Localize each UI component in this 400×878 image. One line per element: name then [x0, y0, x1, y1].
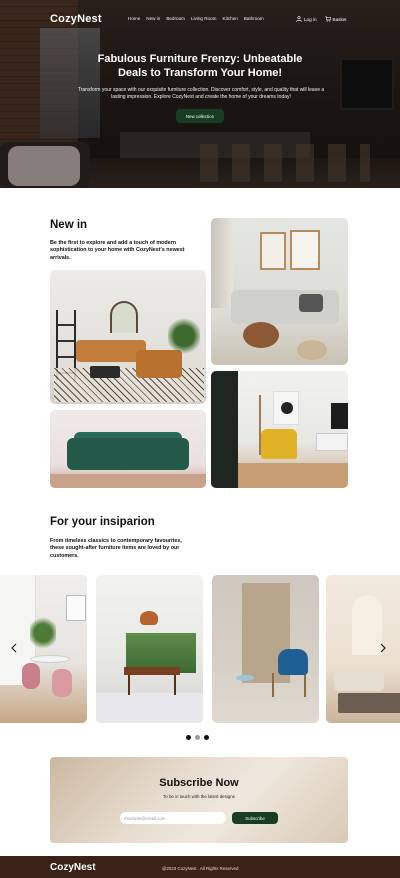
curtain	[211, 218, 233, 308]
chevron-left-icon	[11, 643, 17, 653]
carousel-slide-blue-chair[interactable]	[212, 575, 319, 723]
wooden-table	[124, 667, 180, 675]
pink-chair	[52, 669, 72, 697]
arch-mirror	[110, 301, 138, 333]
inspiration-carousel	[0, 575, 400, 723]
yellow-armchair	[261, 429, 297, 459]
subscribe-title: Subscribe Now	[159, 777, 239, 789]
coffee-table	[90, 366, 120, 378]
basket-button[interactable]: Basket	[324, 16, 347, 22]
nav-actions: Log in Basket	[296, 16, 347, 22]
wall-art-right	[290, 230, 320, 270]
cart-icon	[324, 16, 331, 22]
site-logo[interactable]: CozyNest	[50, 13, 102, 25]
subscribe-button[interactable]: Subscribe	[232, 812, 278, 824]
new-in-photo-yellow-chair[interactable]	[211, 371, 348, 488]
copyright-text: @2023 CozyNest . All Rights Reserved	[162, 866, 239, 871]
basket-label: Basket	[332, 16, 347, 22]
carousel-prev-button[interactable]	[9, 642, 19, 654]
rug	[338, 693, 400, 713]
carousel-dot-3[interactable]	[204, 735, 209, 740]
hero-title: Fabulous Furniture Frenzy: Unbeatable De…	[97, 53, 303, 79]
new-in-photo-living-room[interactable]	[50, 270, 206, 404]
main-menu: Home New in Bedroom Living Room Kitchen …	[128, 16, 264, 21]
carousel-dot-2[interactable]	[195, 735, 200, 740]
email-input[interactable]	[120, 812, 226, 824]
chair-legs	[272, 673, 306, 697]
dark-pillow	[299, 294, 323, 312]
pouf	[297, 340, 327, 360]
login-button[interactable]: Log in	[296, 16, 317, 22]
floor	[238, 463, 348, 488]
footer-logo[interactable]: CozyNest	[50, 862, 96, 873]
user-icon	[296, 16, 302, 22]
new-in-photo-grey-sofa[interactable]	[211, 218, 348, 365]
chevron-right-icon	[380, 643, 386, 653]
wall-art	[66, 595, 86, 621]
new-in-description: Be the first to explore and add a touch …	[50, 240, 185, 261]
menu-item-bedroom[interactable]: Bedroom	[166, 16, 185, 21]
menu-item-kitchen[interactable]: Kitchen	[223, 16, 238, 21]
menu-item-new-in[interactable]: New in	[146, 16, 160, 21]
floor	[96, 693, 203, 723]
pink-chair	[22, 663, 40, 689]
subscribe-description: To be in touch with the latest designs	[163, 794, 235, 799]
round-table	[30, 655, 70, 663]
floor	[50, 474, 206, 488]
menu-item-bathroom[interactable]: Bathroom	[244, 16, 264, 21]
hero-section: CozyNest Home New in Bedroom Living Room…	[0, 0, 400, 188]
pendant-lamp	[140, 611, 158, 625]
top-nav: CozyNest Home New in Bedroom Living Room…	[0, 0, 400, 38]
new-in-photo-green-sofa[interactable]	[50, 410, 206, 488]
side-table	[236, 675, 254, 681]
wall-art	[273, 391, 299, 425]
dark-door	[211, 371, 238, 488]
round-coffee-table	[243, 322, 279, 348]
sofa	[334, 671, 384, 691]
footer: CozyNest @2023 CozyNest . All Rights Res…	[0, 856, 400, 878]
plant	[168, 316, 200, 356]
plant	[30, 615, 56, 651]
subscribe-section: Subscribe Now To be in touch with the la…	[50, 757, 348, 843]
green-sofa	[67, 438, 189, 470]
menu-item-living-room[interactable]: Living Room	[191, 16, 217, 21]
carousel-dot-1[interactable]	[186, 735, 191, 740]
wall-art-left	[260, 232, 286, 270]
new-in-title: New in	[50, 219, 88, 231]
login-label: Log in	[304, 16, 317, 22]
blue-chair	[278, 649, 308, 675]
carousel-slide-dining-wood[interactable]	[96, 575, 203, 723]
tv	[331, 403, 348, 429]
carousel-pagination	[186, 735, 209, 740]
menu-item-home[interactable]: Home	[128, 16, 140, 21]
carousel-next-button[interactable]	[378, 642, 388, 654]
carousel-slide-living-room[interactable]	[326, 575, 400, 723]
hero-description: Transform your space with our exquisite …	[77, 87, 325, 100]
new-collection-button[interactable]: New collection	[176, 109, 224, 123]
sideboard	[316, 433, 348, 451]
table-legs	[128, 675, 176, 695]
inspiration-title: For your insiparion	[50, 516, 155, 528]
inspiration-description: From timeless classics to contemporary f…	[50, 538, 182, 559]
